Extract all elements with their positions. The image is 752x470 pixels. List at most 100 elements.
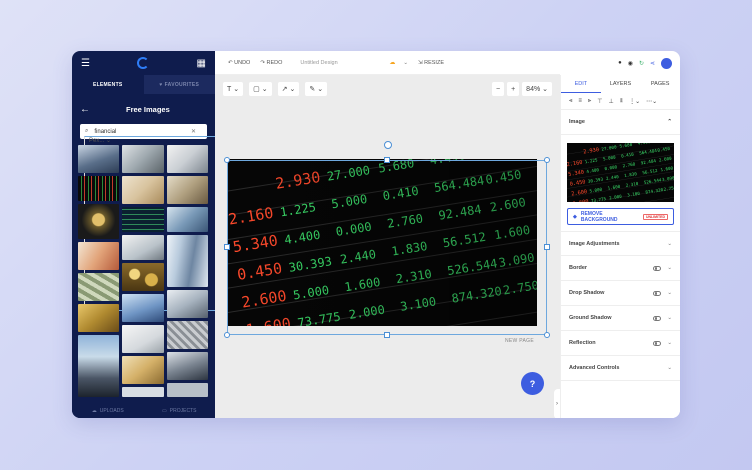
align-top-icon[interactable]: ⊤ [597, 98, 602, 105]
image-thumb[interactable] [167, 145, 208, 173]
image-thumb[interactable] [167, 352, 208, 380]
image-thumb[interactable] [122, 263, 164, 291]
align-right-icon[interactable]: ⫸ [588, 98, 591, 105]
tab-layers[interactable]: LAYERS [601, 75, 641, 93]
sync-icon[interactable]: ↻ [639, 60, 644, 67]
uploads-tab[interactable]: ☁ UPLOADS [72, 404, 144, 418]
image-thumb[interactable] [78, 242, 119, 270]
chevron-down-icon: ⌄ [667, 240, 672, 247]
chevron-down-icon[interactable]: ⌄ [403, 60, 408, 66]
image-thumb[interactable] [167, 207, 208, 232]
section-border[interactable]: Border ⌄ [561, 256, 680, 281]
redo-button[interactable]: ↷ REDO [260, 60, 282, 66]
account-icon[interactable]: ● [618, 60, 622, 66]
tab-favourites[interactable]: ♥ FAVOURITES [143, 75, 215, 94]
pen-icon: ✎ [309, 86, 316, 93]
projects-tab[interactable]: ▭ PROJECTS [144, 404, 216, 418]
section-advanced-controls[interactable]: Advanced Controls ⌄ [561, 356, 680, 381]
image-thumb[interactable] [78, 273, 119, 301]
image-thumb[interactable] [167, 176, 208, 204]
remove-background-button[interactable]: ◆ REMOVE BACKGROUND UNLIMITED [567, 208, 674, 225]
align-center-icon[interactable]: ≡ [578, 98, 582, 104]
image-thumb[interactable] [78, 335, 119, 397]
image-thumb[interactable] [122, 325, 164, 353]
heart-icon: ♥ [159, 81, 163, 88]
resize-handle[interactable] [384, 157, 390, 163]
chevron-right-icon: › [556, 401, 558, 407]
section-label: Border [569, 265, 588, 271]
rotate-handle-icon[interactable] [384, 141, 392, 149]
image-preview: 2.93027.0005.6804.4900.4500.0002.1601.22… [567, 143, 674, 202]
align-bottom-icon[interactable]: ⫫ [620, 98, 623, 105]
image-thumb[interactable] [78, 145, 119, 173]
app-window: ☰ ▦ ELEMENTS ♥ FAVOURITES ← Free Images ⌕… [72, 51, 680, 418]
canvas-tools: T ⌄ ▢ ⌄ ↗ ⌄ ✎ ⌄ [223, 82, 328, 96]
zoom-select[interactable]: 84% ⌄ [522, 82, 552, 96]
design-title-field[interactable]: Untitled Design ☁ [300, 57, 395, 69]
reflection-toggle[interactable] [653, 340, 662, 346]
image-thumb[interactable] [122, 387, 164, 397]
image-thumb[interactable] [78, 204, 119, 239]
resize-handle[interactable] [224, 332, 230, 338]
shape-tool[interactable]: ▢ ⌄ [249, 82, 272, 96]
tab-pages[interactable]: PAGES [640, 75, 680, 93]
image-thumb[interactable] [122, 235, 164, 260]
resize-button[interactable]: ⇲ RESIZE [418, 60, 444, 66]
alignment-toolbar: ⫷ ≡ ⫸ ⊤ ⊥ ⫫ ⋮⌄ ⋯⌄ [561, 93, 680, 110]
resize-handle[interactable] [224, 244, 230, 250]
resize-handle[interactable] [544, 244, 550, 250]
section-image-adjustments[interactable]: Image Adjustments ⌄ [561, 231, 680, 256]
draw-tool[interactable]: ✎ ⌄ [305, 82, 328, 96]
image-thumb[interactable] [122, 145, 164, 173]
image-thumb[interactable] [78, 304, 119, 332]
text-icon: T [227, 85, 232, 93]
apps-grid-icon[interactable]: ▦ [197, 58, 206, 69]
help-button[interactable]: ? [521, 372, 544, 395]
section-reflection[interactable]: Reflection ⌄ [561, 331, 680, 356]
tab-elements[interactable]: ELEMENTS [72, 75, 144, 94]
line-tool[interactable]: ↗ ⌄ [277, 82, 300, 96]
clear-search-icon[interactable]: ✕ [191, 128, 196, 135]
image-thumb[interactable] [167, 321, 208, 349]
zoom-in-button[interactable]: + [507, 82, 520, 96]
distribute-icon[interactable]: ⋮⌄ [629, 98, 640, 105]
image-thumb[interactable] [167, 290, 208, 318]
undo-icon: ↶ [228, 59, 233, 66]
hamburger-menu-icon[interactable]: ☰ [81, 58, 90, 69]
text-tool[interactable]: T ⌄ [223, 82, 244, 96]
section-label: Ground Shadow [569, 315, 612, 321]
section-label: Reflection [569, 340, 596, 346]
resize-handle[interactable] [544, 332, 550, 338]
image-thumb[interactable] [167, 235, 208, 287]
image-thumb[interactable] [122, 356, 164, 384]
chevron-down-icon: ⌄ [667, 315, 672, 321]
section-ground-shadow[interactable]: Ground Shadow ⌄ [561, 306, 680, 331]
resize-handle[interactable] [384, 332, 390, 338]
align-middle-icon[interactable]: ⊥ [609, 98, 614, 105]
settings-icon[interactable]: ◉ [628, 60, 633, 67]
search-input[interactable]: financial [94, 129, 191, 135]
image-thumb[interactable] [78, 176, 119, 201]
section-label: Drop Shadow [569, 290, 605, 296]
section-drop-shadow[interactable]: Drop Shadow ⌄ [561, 281, 680, 306]
back-arrow-icon[interactable]: ← [80, 104, 90, 115]
image-thumb[interactable] [122, 207, 164, 232]
tab-edit[interactable]: EDIT [561, 75, 601, 93]
image-search-bar: ⌕ financial ✕ Pex... ⌄ [80, 124, 404, 311]
drop-shadow-toggle[interactable] [653, 290, 662, 296]
border-toggle[interactable] [653, 265, 662, 271]
resize-handle[interactable] [544, 157, 550, 163]
undo-button[interactable]: ↶ UNDO [228, 60, 250, 66]
image-thumb[interactable] [122, 176, 164, 204]
avatar[interactable] [661, 57, 672, 69]
zoom-out-button[interactable]: − [491, 82, 505, 96]
image-thumb[interactable] [122, 294, 164, 322]
align-left-icon[interactable]: ⫷ [569, 98, 572, 105]
more-options-icon[interactable]: ⋯⌄ [646, 98, 657, 105]
share-icon[interactable]: ⋖ [650, 60, 655, 67]
section-image[interactable]: Image ⌃ [561, 110, 680, 135]
image-thumb[interactable] [167, 383, 208, 397]
ground-shadow-toggle[interactable] [653, 315, 662, 321]
resize-handle[interactable] [224, 157, 230, 163]
new-page-button[interactable]: NEW PAGE [505, 338, 534, 344]
